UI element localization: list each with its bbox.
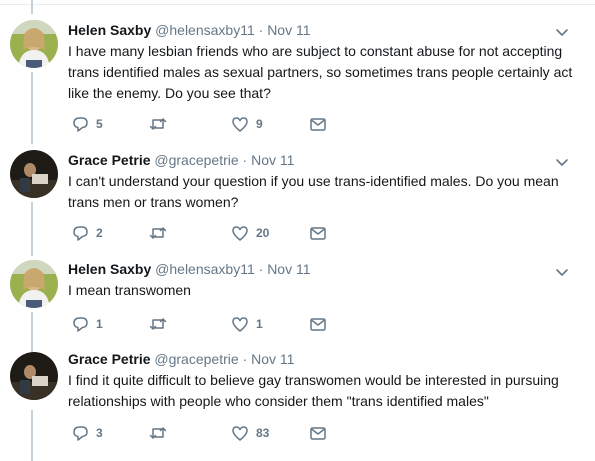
tweet-text-line: trans identified males as sexual partner… [68, 64, 573, 80]
like-icon [232, 317, 248, 332]
retweet-icon [149, 318, 167, 330]
reply-button[interactable]: 3 [70, 423, 103, 443]
timestamp[interactable]: Nov 11 [251, 152, 294, 168]
reply-count: 5 [96, 117, 103, 131]
tweet[interactable]: Grace Petrie @gracepetrie · Nov 11 I fin… [0, 342, 595, 461]
display-name[interactable]: Helen Saxby [68, 261, 151, 277]
reply-icon [73, 426, 88, 441]
tweet-text: I have many lesbian friends who are subj… [68, 41, 588, 104]
avatar[interactable] [10, 260, 58, 308]
avatar[interactable] [10, 150, 58, 198]
timestamp[interactable]: Nov 11 [267, 22, 310, 38]
user-handle[interactable]: @helensaxby11 [155, 22, 255, 38]
top-divider [0, 0, 595, 5]
tweet-header: Grace Petrie @gracepetrie · Nov 11 [68, 151, 294, 169]
direct-message-button[interactable] [308, 423, 328, 443]
user-handle[interactable]: @helensaxby11 [155, 261, 255, 277]
separator-dot: · [258, 22, 264, 38]
direct-message-button[interactable] [308, 114, 328, 134]
direct-message-icon [310, 427, 326, 440]
like-count: 1 [256, 317, 263, 331]
like-count: 9 [256, 117, 263, 131]
retweet-button[interactable] [148, 114, 174, 134]
tweet-text-line: I have many lesbian friends who are subj… [68, 43, 563, 59]
separator-dot: · [258, 261, 264, 277]
conversation-thread: Helen Saxby @helensaxby11 · Nov 11 I hav… [0, 0, 595, 461]
separator-dot: · [242, 152, 248, 168]
user-handle[interactable]: @gracepetrie [154, 351, 238, 367]
like-button[interactable]: 1 [230, 314, 263, 334]
user-handle[interactable]: @gracepetrie [154, 152, 238, 168]
display-name[interactable]: Helen Saxby [68, 22, 151, 38]
like-count: 20 [256, 226, 270, 240]
tweet-actions: 2 20 [68, 223, 548, 243]
display-name[interactable]: Grace Petrie [68, 351, 151, 367]
direct-message-icon [310, 227, 326, 240]
avatar[interactable] [10, 20, 58, 68]
like-icon [232, 226, 248, 241]
separator-dot: · [242, 351, 248, 367]
direct-message-button[interactable] [308, 314, 328, 334]
reply-icon [73, 226, 88, 241]
display-name[interactable]: Grace Petrie [68, 152, 151, 168]
tweet-text-line: trans men or trans women? [68, 194, 239, 210]
tweet-text: I can't understand your question if you … [68, 171, 588, 213]
tweet-header: Grace Petrie @gracepetrie · Nov 11 [68, 350, 294, 368]
tweet-actions: 1 1 [68, 314, 548, 334]
timestamp[interactable]: Nov 11 [251, 351, 294, 367]
tweet[interactable]: Grace Petrie @gracepetrie · Nov 11 I can… [0, 142, 595, 254]
tweet-actions: 5 9 [68, 114, 548, 134]
timestamp[interactable]: Nov 11 [267, 261, 310, 277]
direct-message-icon [310, 118, 326, 131]
reply-count: 3 [96, 426, 103, 440]
retweet-button[interactable] [148, 223, 174, 243]
like-count: 83 [256, 426, 270, 440]
reply-icon [73, 117, 88, 132]
tweet[interactable]: Helen Saxby @helensaxby11 · Nov 11 I mea… [0, 254, 595, 342]
tweet-text: I find it quite difficult to believe gay… [68, 370, 588, 412]
like-button[interactable]: 20 [230, 223, 269, 243]
reply-count: 1 [96, 317, 103, 331]
tweet-actions: 3 83 [68, 423, 548, 443]
like-icon [232, 426, 248, 441]
tweet-header: Helen Saxby @helensaxby11 · Nov 11 [68, 21, 311, 39]
reply-button[interactable]: 5 [70, 114, 103, 134]
reply-button[interactable]: 2 [70, 223, 103, 243]
direct-message-icon [310, 318, 326, 331]
chevron-down-icon[interactable] [554, 264, 570, 280]
avatar[interactable] [10, 352, 58, 400]
retweet-icon [149, 118, 167, 130]
retweet-icon [149, 227, 167, 239]
retweet-button[interactable] [148, 423, 174, 443]
like-icon [232, 117, 248, 132]
retweet-icon [149, 427, 167, 439]
reply-count: 2 [96, 226, 103, 240]
chevron-down-icon[interactable] [554, 24, 570, 40]
retweet-button[interactable] [148, 314, 174, 334]
direct-message-button[interactable] [308, 223, 328, 243]
tweet[interactable]: Helen Saxby @helensaxby11 · Nov 11 I hav… [0, 6, 595, 142]
tweet-text-line: I find it quite difficult to believe gay… [68, 372, 559, 388]
tweet-text-line: relationships with people who consider t… [68, 393, 489, 409]
tweet-text-line: I mean transwomen [68, 282, 191, 298]
tweet-text-line: I can't understand your question if you … [68, 173, 559, 189]
tweet-text-line: like the enemy. Do you see that? [68, 85, 271, 101]
chevron-down-icon[interactable] [554, 154, 570, 170]
reply-icon [73, 317, 88, 332]
like-button[interactable]: 83 [230, 423, 269, 443]
tweet-header: Helen Saxby @helensaxby11 · Nov 11 [68, 260, 311, 278]
tweet-text: I mean transwomen [68, 280, 588, 301]
reply-button[interactable]: 1 [70, 314, 103, 334]
like-button[interactable]: 9 [230, 114, 263, 134]
